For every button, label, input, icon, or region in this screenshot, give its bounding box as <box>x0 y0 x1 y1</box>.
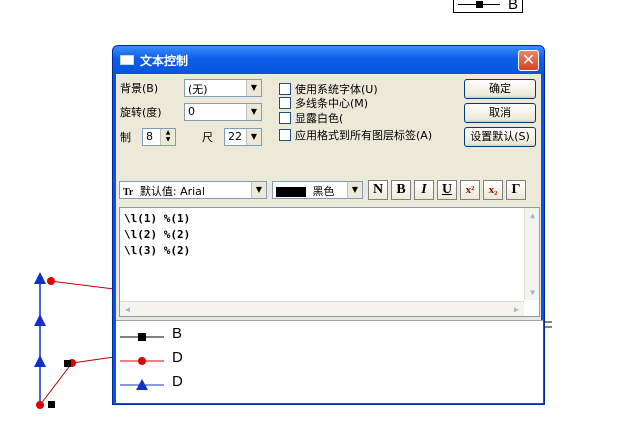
label-text-editor[interactable]: \l(1) %(1) \l(2) %(2) \l(3) %(2) ▲ ▼ ◀ ▶ <box>119 207 540 317</box>
size-stepper[interactable]: 8 ▲ ▼ <box>142 128 176 146</box>
color-select[interactable]: 黑色 ▼ <box>272 181 363 199</box>
preview-item: D <box>120 373 183 393</box>
plot-line-red-3 <box>39 362 73 406</box>
preview-panel: B D D <box>116 320 543 403</box>
font-icon: Tr <box>123 187 134 198</box>
checkbox-apply-all-layers[interactable]: 应用格式到所有图层标签(A) <box>279 128 432 142</box>
checkbox-system-font[interactable]: 使用系统字体(U) <box>279 82 378 96</box>
triangle-marker <box>34 314 46 326</box>
background-select[interactable]: (无) ▼ <box>184 79 262 97</box>
scroll-down-icon[interactable]: ▼ <box>525 285 540 300</box>
checkbox-box[interactable] <box>279 129 291 141</box>
text-control-dialog: 文本控制 ✕ 背景(B) (无) ▼ 旋转(度) 0 ▼ 制 8 ▲ ▼ 尺 22… <box>112 45 545 405</box>
scroll-left-icon[interactable]: ◀ <box>120 302 135 317</box>
scroll-right-icon[interactable]: ▶ <box>509 302 524 317</box>
chevron-down-icon: ▼ <box>347 182 362 198</box>
checkbox-show-white[interactable]: 显露白色( <box>279 111 343 125</box>
ruler-label: 尺 <box>202 131 213 144</box>
square-symbol-icon <box>120 333 164 341</box>
dialog-body: 背景(B) (无) ▼ 旋转(度) 0 ▼ 制 8 ▲ ▼ 尺 22 ▼ 使用系统… <box>116 74 543 403</box>
italic-button[interactable]: I <box>414 180 434 200</box>
checkbox-multiline-center[interactable]: 多线条中心(M) <box>279 96 368 110</box>
ok-button[interactable]: 确定 <box>464 79 536 99</box>
scroll-up-icon[interactable]: ▲ <box>525 208 540 223</box>
subscript-button[interactable]: x₂ <box>483 180 503 200</box>
dialog-title: 文本控制 <box>140 54 189 68</box>
ruler-select[interactable]: 22 ▼ <box>224 128 262 146</box>
cancel-button[interactable]: 取消 <box>464 103 536 123</box>
circle-symbol-icon <box>120 357 164 365</box>
checkbox-box[interactable] <box>279 112 291 124</box>
plot-line-red <box>49 280 115 290</box>
vertical-scrollbar[interactable]: ▲ ▼ <box>524 208 539 300</box>
color-swatch <box>276 187 306 197</box>
normal-button[interactable]: N <box>368 180 388 200</box>
triangle-marker <box>34 272 46 284</box>
underline-button[interactable]: U <box>437 180 457 200</box>
set-default-button[interactable]: 设置默认(S) <box>464 127 536 147</box>
circle-marker <box>36 401 44 409</box>
text-line: \l(1) %(1) <box>124 212 191 225</box>
size-label: 制 <box>120 131 131 144</box>
horizontal-scrollbar[interactable]: ◀ ▶ <box>120 301 524 316</box>
title-bar[interactable]: 文本控制 ✕ <box>113 46 544 74</box>
text-line: \l(3) %(2) <box>124 244 191 257</box>
preview-item: D <box>120 349 183 369</box>
font-select[interactable]: Tr 默认值: Arial ▼ <box>119 181 267 199</box>
background-label: 背景(B) <box>120 82 159 95</box>
preview-item: B <box>120 325 182 345</box>
text-line: \l(2) %(2) <box>124 228 191 241</box>
circle-marker <box>47 277 55 285</box>
checkbox-box[interactable] <box>279 97 291 109</box>
chevron-down-icon: ▼ <box>246 104 261 120</box>
triangle-marker <box>34 355 46 367</box>
superscript-button[interactable]: x² <box>460 180 480 200</box>
rotate-label: 旋转(度) <box>120 106 162 119</box>
square-marker <box>64 360 71 367</box>
square-marker <box>48 401 55 408</box>
greek-button[interactable]: Γ <box>506 180 526 200</box>
rotate-select[interactable]: 0 ▼ <box>184 103 262 121</box>
bold-button[interactable]: B <box>391 180 411 200</box>
triangle-symbol-icon <box>120 379 164 390</box>
plot-line-red-2 <box>71 356 115 364</box>
close-button[interactable]: ✕ <box>518 50 539 71</box>
window-icon <box>120 55 134 65</box>
checkbox-box[interactable] <box>279 83 291 95</box>
chevron-down-icon: ▼ <box>246 129 261 145</box>
chevron-down-icon: ▼ <box>246 80 261 96</box>
chevron-down-icon: ▼ <box>251 182 266 198</box>
spin-arrows-icon[interactable]: ▲ ▼ <box>160 129 175 145</box>
